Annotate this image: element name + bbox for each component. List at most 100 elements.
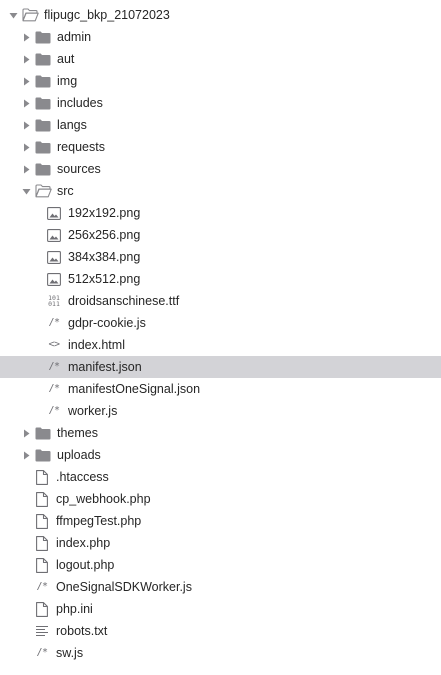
chevron-right-icon[interactable]	[21, 120, 31, 130]
folder-open-icon	[21, 7, 39, 23]
image-icon	[45, 227, 63, 243]
tree-row-file[interactable]: php.ini	[0, 598, 441, 620]
tree-row-file-selected[interactable]: /* manifest.json	[0, 356, 441, 378]
code-comment-icon: /*	[36, 581, 48, 592]
tree-row-file[interactable]: /* worker.js	[0, 400, 441, 422]
file-label: 256x256.png	[68, 228, 141, 242]
folder-label: requests	[57, 140, 105, 154]
folder-icon	[34, 425, 52, 441]
chevron-right-icon[interactable]	[21, 32, 31, 42]
tree-row-file[interactable]: 192x192.png	[0, 202, 441, 224]
tree-row-folder-img[interactable]: img	[0, 70, 441, 92]
code-comment-icon: /*	[48, 317, 60, 328]
file-label: worker.js	[68, 404, 118, 418]
folder-label: sources	[57, 162, 101, 176]
tree-row-file[interactable]: robots.txt	[0, 620, 441, 642]
file-label: gdpr-cookie.js	[68, 316, 146, 330]
folder-icon	[34, 447, 52, 463]
chevron-right-icon[interactable]	[21, 450, 31, 460]
folder-icon	[34, 51, 52, 67]
file-tree: flipugc_bkp_21072023 admin aut img inclu…	[0, 0, 441, 675]
file-label: cp_webhook.php	[56, 492, 151, 506]
code-comment-icon: /*	[48, 383, 60, 394]
file-label: manifestOneSignal.json	[68, 382, 201, 396]
file-label: ffmpegTest.php	[56, 514, 142, 528]
tree-row-file[interactable]: cp_webhook.php	[0, 488, 441, 510]
folder-label: src	[57, 184, 74, 198]
tree-row-file[interactable]: /* gdpr-cookie.js	[0, 312, 441, 334]
file-label: index.html	[68, 338, 125, 352]
tree-row-folder-langs[interactable]: langs	[0, 114, 441, 136]
folder-icon	[34, 117, 52, 133]
tree-row-folder-uploads[interactable]: uploads	[0, 444, 441, 466]
tree-row-root-folder[interactable]: flipugc_bkp_21072023	[0, 4, 441, 26]
chevron-right-icon[interactable]	[21, 142, 31, 152]
folder-label: admin	[57, 30, 92, 44]
folder-open-icon	[34, 183, 52, 199]
image-icon	[45, 249, 63, 265]
tree-row-file[interactable]: 512x512.png	[0, 268, 441, 290]
tree-row-folder-src[interactable]: src	[0, 180, 441, 202]
chevron-right-icon[interactable]	[21, 76, 31, 86]
file-label: 192x192.png	[68, 206, 141, 220]
file-label: sw.js	[56, 646, 84, 660]
tree-row-file[interactable]: /* OneSignalSDKWorker.js	[0, 576, 441, 598]
document-icon	[33, 601, 51, 617]
tree-row-folder-includes[interactable]: includes	[0, 92, 441, 114]
tree-row-file[interactable]: <> index.html	[0, 334, 441, 356]
folder-icon	[34, 95, 52, 111]
tree-row-file[interactable]: 101 011 droidsanschinese.ttf	[0, 290, 441, 312]
tree-row-folder-sources[interactable]: sources	[0, 158, 441, 180]
tree-row-file[interactable]: .htaccess	[0, 466, 441, 488]
folder-label: uploads	[57, 448, 101, 462]
tree-row-file[interactable]: index.php	[0, 532, 441, 554]
file-label: robots.txt	[56, 624, 108, 638]
tree-row-file[interactable]: 384x384.png	[0, 246, 441, 268]
folder-label: langs	[57, 118, 87, 132]
document-icon	[33, 469, 51, 485]
file-label: php.ini	[56, 602, 93, 616]
tree-row-file[interactable]: ffmpegTest.php	[0, 510, 441, 532]
folder-label: img	[57, 74, 78, 88]
chevron-right-icon[interactable]	[21, 54, 31, 64]
chevron-right-icon[interactable]	[21, 428, 31, 438]
folder-label: themes	[57, 426, 98, 440]
folder-icon	[34, 73, 52, 89]
file-label: 384x384.png	[68, 250, 141, 264]
code-comment-icon: /*	[48, 361, 60, 372]
folder-label: aut	[57, 52, 75, 66]
file-label: OneSignalSDKWorker.js	[56, 580, 192, 594]
document-icon	[33, 535, 51, 551]
file-label: .htaccess	[56, 470, 109, 484]
document-icon	[33, 513, 51, 529]
tree-row-folder-requests[interactable]: requests	[0, 136, 441, 158]
file-label: 512x512.png	[68, 272, 141, 286]
file-label: index.php	[56, 536, 111, 550]
text-lines-icon	[33, 623, 51, 639]
document-icon	[33, 491, 51, 507]
folder-label: includes	[57, 96, 103, 110]
image-icon	[45, 205, 63, 221]
image-icon	[45, 271, 63, 287]
folder-icon	[34, 161, 52, 177]
angle-brackets-icon: <>	[48, 339, 60, 350]
chevron-right-icon[interactable]	[21, 164, 31, 174]
file-label: logout.php	[56, 558, 115, 572]
folder-icon	[34, 29, 52, 45]
tree-row-file[interactable]: /* sw.js	[0, 642, 441, 664]
chevron-down-icon[interactable]	[21, 186, 31, 196]
file-label: manifest.json	[68, 360, 142, 374]
file-label: droidsanschinese.ttf	[68, 294, 180, 308]
root-folder-label: flipugc_bkp_21072023	[44, 8, 170, 22]
folder-icon	[34, 139, 52, 155]
chevron-right-icon[interactable]	[21, 98, 31, 108]
tree-row-folder-admin[interactable]: admin	[0, 26, 441, 48]
binary-icon-bottom: 011	[48, 300, 60, 308]
chevron-down-icon[interactable]	[8, 10, 18, 20]
tree-row-folder-aut[interactable]: aut	[0, 48, 441, 70]
tree-row-file[interactable]: /* manifestOneSignal.json	[0, 378, 441, 400]
document-icon	[33, 557, 51, 573]
tree-row-file[interactable]: 256x256.png	[0, 224, 441, 246]
tree-row-file[interactable]: logout.php	[0, 554, 441, 576]
tree-row-folder-themes[interactable]: themes	[0, 422, 441, 444]
